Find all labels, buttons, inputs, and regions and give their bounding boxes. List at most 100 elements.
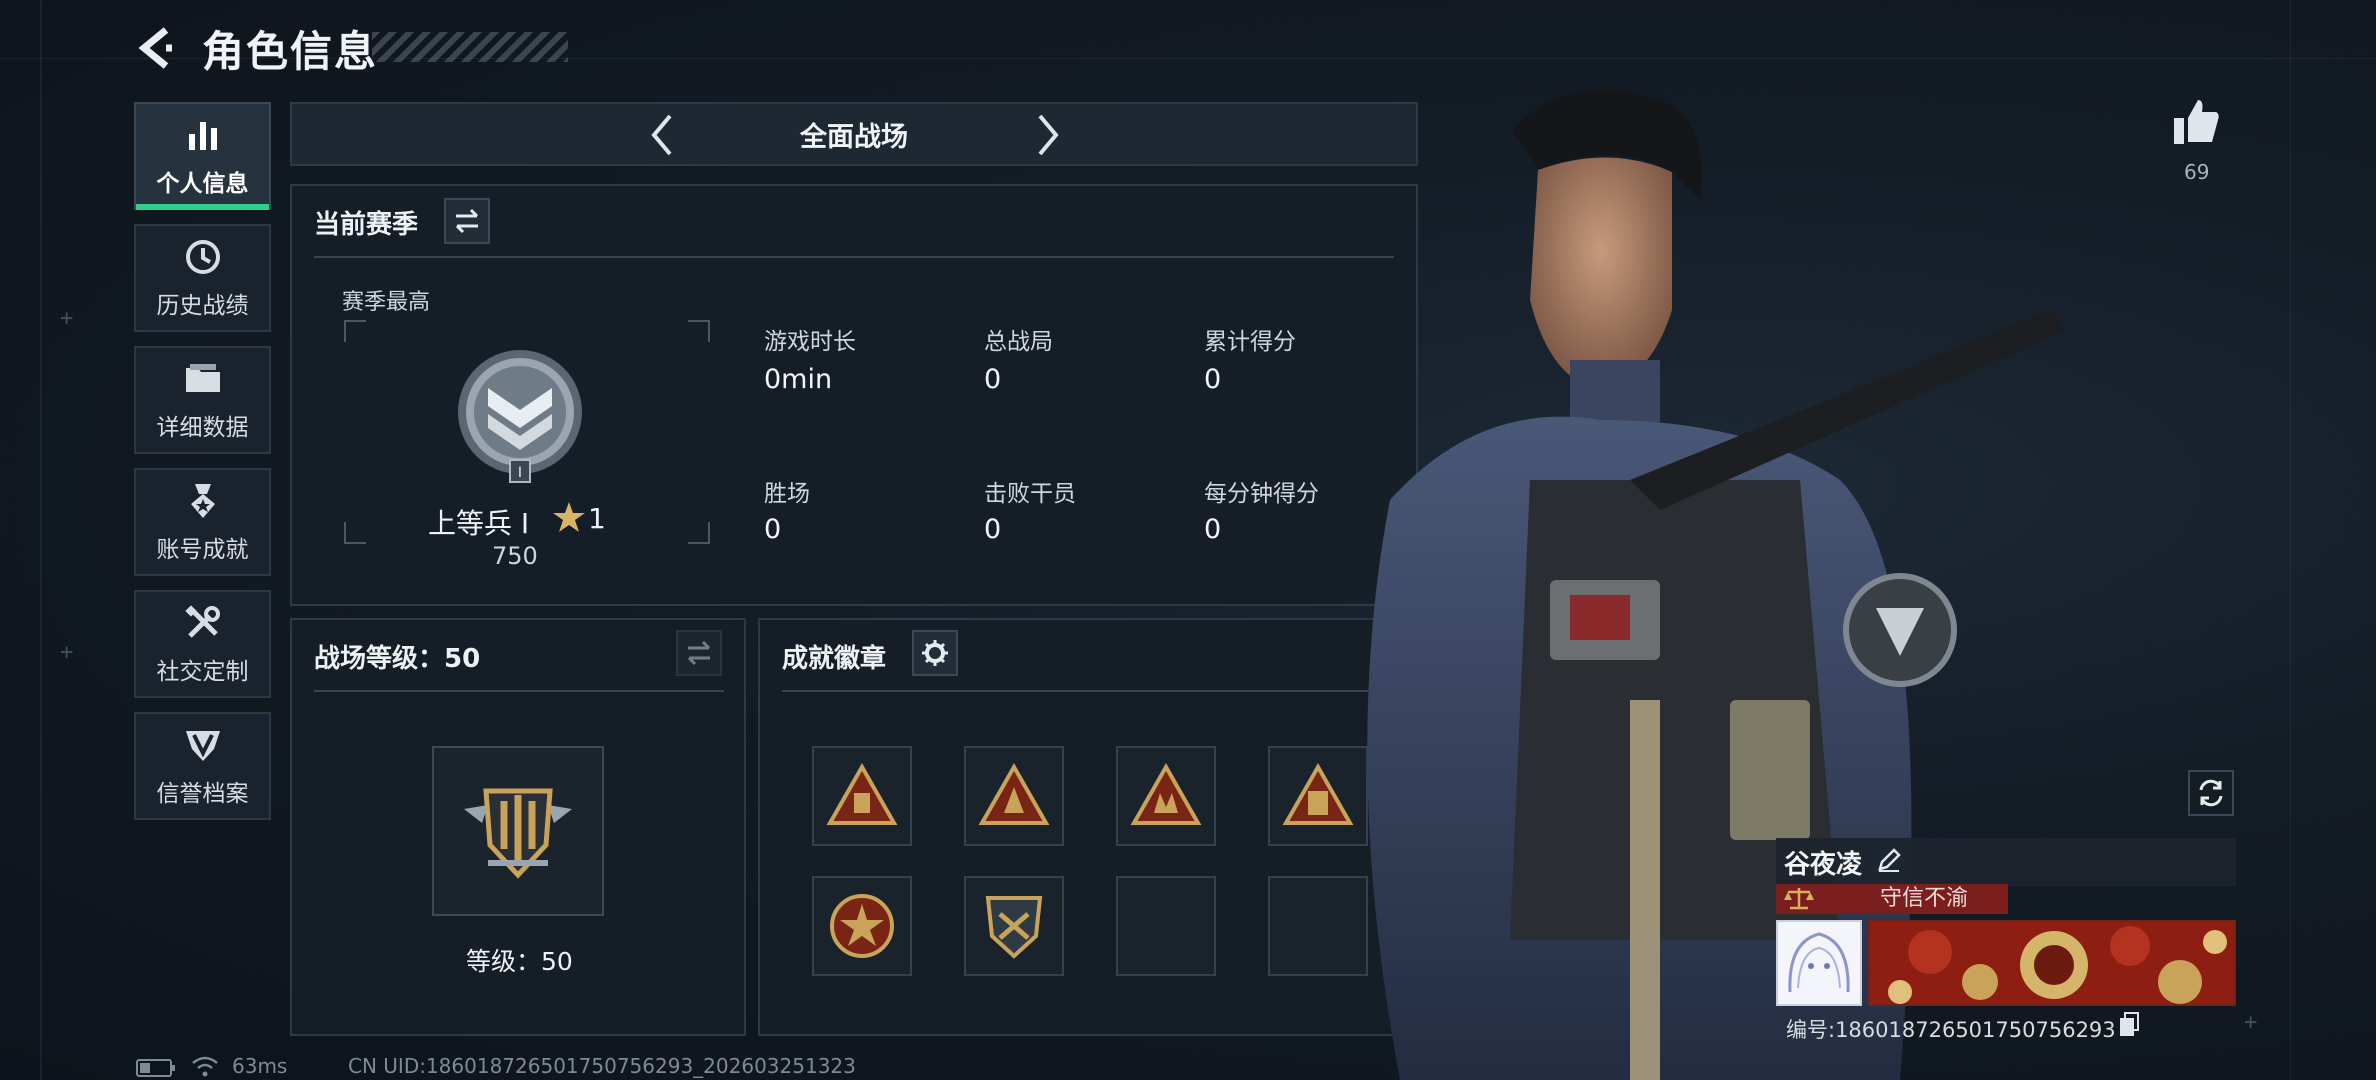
battlefield-level-panel: 战场等级：50 等级：50 xyxy=(290,618,746,1036)
sidebar-item-label: 社交定制 xyxy=(156,659,249,685)
season-title: 当前赛季 xyxy=(314,210,419,240)
sidebar-item-label: 历史战绩 xyxy=(156,293,249,319)
title-decoration xyxy=(372,32,568,62)
achievement-badge-slot[interactable] xyxy=(812,876,912,976)
gear-icon xyxy=(922,640,948,666)
stat-value-total-score: 0 xyxy=(1204,364,1222,395)
achievement-badge-slot[interactable] xyxy=(1116,746,1216,846)
pencil-icon xyxy=(1878,848,1901,872)
frame-corner xyxy=(344,522,366,544)
like-button[interactable] xyxy=(2170,96,2226,152)
achievements-title: 成就徽章 xyxy=(782,644,887,674)
stat-value-total-matches: 0 xyxy=(984,364,1002,395)
sidebar-item-label: 信誉档案 xyxy=(156,781,249,807)
sidebar-item-label: 详细数据 xyxy=(156,415,249,441)
section-divider xyxy=(314,256,1394,258)
sidebar-item-history[interactable]: 历史战绩 xyxy=(134,224,271,332)
achievements-settings-button[interactable] xyxy=(912,630,958,676)
edit-name-button[interactable] xyxy=(1876,847,1902,877)
stat-label-play-time: 游戏时长 xyxy=(764,329,856,355)
sidebar-item-social-custom[interactable]: 社交定制 xyxy=(134,590,271,698)
sidebar-item-detailed-data[interactable]: 详细数据 xyxy=(134,346,271,454)
swap-arrows-icon xyxy=(687,640,711,666)
sidebar-item-credibility[interactable]: 信誉档案 xyxy=(134,712,271,820)
tools-icon xyxy=(182,602,224,644)
sidebar-item-achievements[interactable]: 账号成就 xyxy=(134,468,271,576)
stat-value-score-per-minute: 0 xyxy=(1204,514,1222,545)
ornate-banner-image xyxy=(1870,922,2234,1004)
level-emblem-frame xyxy=(432,746,604,916)
frame-corner xyxy=(688,522,710,544)
rank-name: 上等兵 Ⅰ xyxy=(428,507,530,540)
anime-avatar-icon xyxy=(1778,922,1860,1004)
stat-label-total-matches: 总战局 xyxy=(984,329,1053,355)
uid-status-line: CN UID:186018726501750756293_20260325132… xyxy=(348,1054,856,1078)
network-ping: 63ms xyxy=(232,1054,288,1078)
triangle-badge-icon xyxy=(1130,763,1202,825)
sidebar-item-personal-info[interactable]: 个人信息 xyxy=(134,102,271,210)
game-mode-title: 全面战场 xyxy=(800,121,908,153)
back-arrow-icon xyxy=(138,27,172,69)
stat-label-operators-defeated: 击败干员 xyxy=(984,481,1076,507)
achievement-badge-slot[interactable] xyxy=(964,876,1064,976)
player-avatar[interactable] xyxy=(1776,920,1862,1006)
svg-text:I: I xyxy=(518,465,522,481)
swap-arrows-icon xyxy=(455,208,479,234)
triangle-badge-icon xyxy=(826,763,898,825)
section-divider xyxy=(314,690,724,692)
scales-icon xyxy=(1782,886,1816,916)
achievement-badge-slot[interactable] xyxy=(812,746,912,846)
credibility-text: 守信不渝 xyxy=(1880,886,1969,911)
rank-points: 750 xyxy=(492,542,538,570)
refresh-icon xyxy=(2199,779,2223,807)
bg-cross-marker: + xyxy=(60,640,74,665)
rank-emblem-icon: I xyxy=(452,348,588,492)
bg-grid-line xyxy=(40,0,42,1080)
stat-value-operators-defeated: 0 xyxy=(984,514,1002,545)
frame-corner xyxy=(688,320,710,342)
copy-icon xyxy=(2120,1012,2139,1036)
bg-grid-line xyxy=(2290,0,2291,1080)
sidebar-item-label: 个人信息 xyxy=(156,171,249,197)
player-name: 谷夜凌 xyxy=(1784,849,1863,880)
stat-label-wins: 胜场 xyxy=(764,481,810,507)
chevron-right-icon xyxy=(1038,114,1059,156)
shield-badge-icon xyxy=(985,896,1043,959)
bg-cross-marker: + xyxy=(60,306,74,331)
player-uid: 编号:186018726501750756293 xyxy=(1786,1018,2116,1042)
star-icon xyxy=(552,500,586,538)
like-count: 69 xyxy=(2184,160,2210,184)
stat-value-wins: 0 xyxy=(764,514,782,545)
credibility-shield-icon xyxy=(182,724,224,766)
battlefield-level-emblem-icon xyxy=(464,788,572,879)
copy-uid-button[interactable] xyxy=(2118,1012,2140,1042)
previous-mode-button[interactable] xyxy=(640,112,686,158)
thumbs-up-icon xyxy=(2174,100,2219,144)
achievement-medal-icon xyxy=(182,480,224,522)
next-mode-button[interactable] xyxy=(1024,112,1070,158)
round-star-badge-icon xyxy=(830,894,894,958)
achievement-badge-slot[interactable] xyxy=(964,746,1064,846)
battlefield-level-value: 等级：50 xyxy=(466,947,573,976)
battlefield-level-title: 战场等级：50 xyxy=(314,644,481,674)
bar-chart-icon xyxy=(182,114,224,156)
rank-stars-count: 1 xyxy=(588,502,606,535)
back-button[interactable] xyxy=(132,22,184,74)
current-season-panel: 当前赛季 赛季最高 I 上等兵 Ⅰ 1 750 游戏时长 0min 总战局 0 … xyxy=(290,184,1418,606)
game-mode-switcher: 全面战场 xyxy=(290,102,1418,166)
page-title: 角色信息 xyxy=(202,27,379,76)
level-switch-button[interactable] xyxy=(676,630,722,676)
battery-icon xyxy=(136,1058,176,1080)
history-clock-icon xyxy=(182,236,224,278)
empty-badge-slot[interactable] xyxy=(1116,876,1216,976)
chevron-left-icon xyxy=(651,114,672,156)
season-switch-button[interactable] xyxy=(444,198,490,244)
season-best-label: 赛季最高 xyxy=(342,290,431,315)
frame-corner xyxy=(344,320,366,342)
player-name-plate: 谷夜凌 xyxy=(1776,838,2236,886)
wifi-icon xyxy=(190,1054,220,1080)
triangle-badge-icon xyxy=(978,763,1050,825)
player-banner[interactable] xyxy=(1868,920,2236,1006)
bg-cross-marker: + xyxy=(2244,1010,2258,1035)
rotate-character-button[interactable] xyxy=(2188,770,2234,816)
